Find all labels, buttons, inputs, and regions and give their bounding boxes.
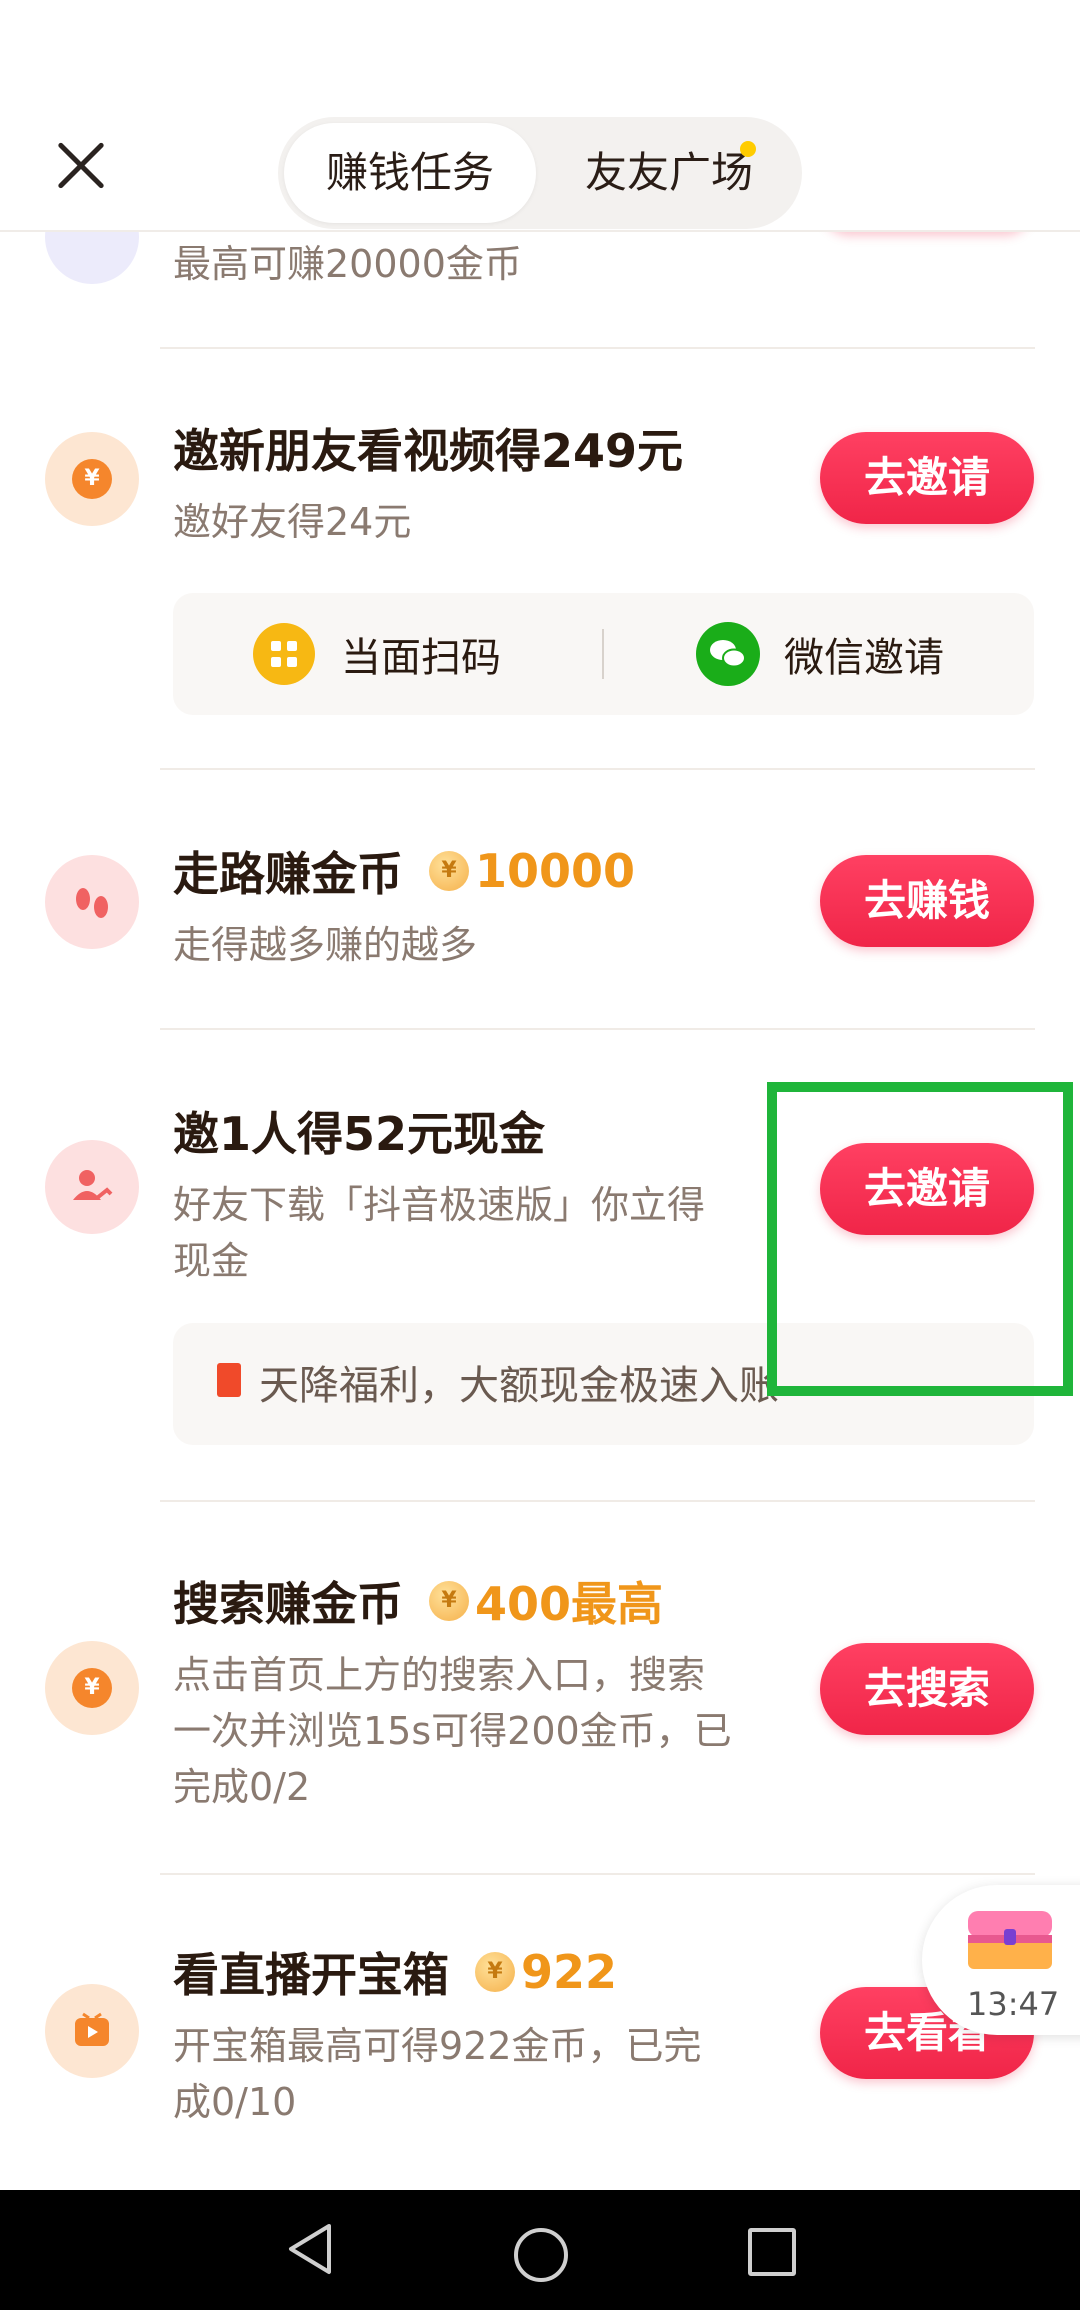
- task-subtitle-line2: 现金: [173, 1239, 250, 1283]
- close-icon[interactable]: [50, 135, 110, 195]
- banner-text: 天降福利，大额现金极速入账: [259, 1363, 779, 1409]
- task-title: 看直播开宝箱 ¥922: [173, 1939, 617, 2005]
- divider: [160, 768, 1035, 770]
- coin-icon: ¥: [429, 851, 469, 891]
- task-subtitle-line2: 成0/10: [173, 2080, 297, 2124]
- qr-code-icon: [253, 623, 315, 685]
- task-subtitle-line2: 一次并浏览15s可得200金币，已: [173, 1709, 732, 1753]
- divider: [160, 1500, 1035, 1502]
- task-title: 搜索赚金币 ¥400最高: [173, 1568, 663, 1634]
- recent-apps-icon[interactable]: [748, 2228, 796, 2276]
- task-title: 邀1人得52元现金: [173, 1107, 546, 1161]
- yuan-icon: ¥: [45, 1641, 139, 1735]
- notification-dot: [740, 141, 756, 157]
- treasure-chest-widget[interactable]: 13:47: [922, 1885, 1080, 2035]
- scan-qr-option[interactable]: 当面扫码: [253, 619, 501, 689]
- task-subtitle-top: 最高可赚20000金币: [173, 242, 522, 286]
- search-button[interactable]: 去搜索: [820, 1643, 1034, 1735]
- highlight-box: [767, 1082, 1073, 1396]
- divider: [160, 1028, 1035, 1030]
- red-envelope-icon: [217, 1363, 241, 1397]
- task-subtitle: 走得越多赚的越多: [173, 923, 478, 967]
- options-separator: [602, 629, 604, 679]
- reward-amount: 922: [521, 1945, 618, 1999]
- reward-amount: 400最高: [475, 1577, 664, 1631]
- wechat-invite-label: 微信邀请: [784, 635, 944, 681]
- tv-icon: [45, 1984, 139, 2078]
- task-subtitle-line3: 完成0/2: [173, 1765, 311, 1809]
- task-subtitle: 邀好友得24元: [173, 500, 412, 544]
- tab-earn-tasks[interactable]: 赚钱任务: [284, 123, 536, 223]
- earn-button[interactable]: 去赚钱: [820, 855, 1034, 947]
- countdown-time: 13:47: [967, 1985, 1060, 2023]
- task-subtitle-line1: 好友下载「抖音极速版」你立得: [173, 1183, 706, 1227]
- back-icon[interactable]: [285, 2222, 335, 2276]
- scan-qr-label: 当面扫码: [341, 635, 501, 681]
- task-title: 走路赚金币 ¥10000: [173, 838, 635, 904]
- coin-icon: ¥: [429, 1581, 469, 1621]
- tab-friends-plaza[interactable]: 友友广场: [554, 123, 784, 223]
- header: 赚钱任务 友友广场: [0, 0, 1080, 232]
- task-title: 邀新朋友看视频得249元: [173, 424, 684, 478]
- treasure-chest-icon: [968, 1911, 1052, 1969]
- wechat-icon: [696, 622, 760, 686]
- task-subtitle-line1: 开宝箱最高可得922金币，已完: [173, 2024, 702, 2068]
- reward-amount: 10000: [475, 844, 636, 898]
- footprints-icon: [45, 855, 139, 949]
- task-subtitle-line1: 点击首页上方的搜索入口，搜索: [173, 1653, 706, 1697]
- walk-title: 走路赚金币: [173, 847, 403, 901]
- divider: [160, 1873, 1035, 1875]
- live-title: 看直播开宝箱: [173, 1948, 449, 2002]
- wechat-invite-option[interactable]: 微信邀请: [696, 619, 944, 689]
- coin-icon: ¥: [475, 1952, 515, 1992]
- invite-button[interactable]: 去邀请: [820, 432, 1034, 524]
- divider: [160, 347, 1035, 349]
- home-icon[interactable]: [514, 2228, 568, 2282]
- yuan-icon: ¥: [45, 432, 139, 526]
- people-icon: [45, 1140, 139, 1234]
- search-title: 搜索赚金币: [173, 1577, 403, 1631]
- tab-bar: 赚钱任务 友友广场: [278, 117, 802, 229]
- invite-options-panel: 当面扫码 微信邀请: [173, 593, 1034, 715]
